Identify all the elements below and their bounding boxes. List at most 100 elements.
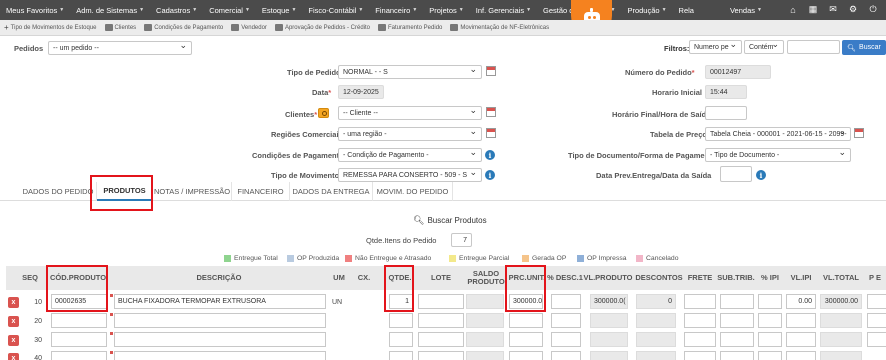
frete-input[interactable]: [684, 332, 716, 347]
filtro-campo-select[interactable]: Numero pe: [689, 40, 742, 54]
desc1-input[interactable]: [551, 294, 581, 309]
sub-trib-input[interactable]: [720, 332, 754, 347]
ipi-input[interactable]: [758, 351, 782, 360]
menu-cadastros[interactable]: Cadastros ▼: [150, 6, 203, 15]
desc1-input[interactable]: [551, 332, 581, 347]
descricao-input[interactable]: [114, 313, 326, 328]
vl-ipi-field[interactable]: [786, 332, 816, 347]
info-icon[interactable]: i: [485, 150, 495, 160]
menu-estoque[interactable]: Estoque ▼: [256, 6, 302, 15]
qtde-input[interactable]: [389, 313, 413, 328]
buscar-produtos-link[interactable]: 🔍︎ Buscar Produtos: [413, 215, 487, 226]
frete-input[interactable]: [684, 351, 716, 360]
tab-dados-entrega[interactable]: DADOS DA ENTREGA: [290, 182, 373, 201]
cod-produto-input[interactable]: 00002635: [51, 294, 107, 309]
logout-icon[interactable]: ⏻: [868, 4, 878, 15]
vl-ipi-field[interactable]: [786, 351, 816, 360]
legend-swatch: [636, 254, 643, 262]
shortcut-tipo-movimentos[interactable]: + Tipo de Movimentos de Estoque: [4, 23, 97, 32]
shortcut-aprovacao-pedidos[interactable]: Aprovação de Pedidos - Crédito: [274, 24, 370, 31]
tipo-movimento-select[interactable]: REMESSA PARA CONSERTO - 509 - S: [338, 168, 482, 182]
ipi-input[interactable]: [758, 332, 782, 347]
lote-input[interactable]: [418, 294, 464, 309]
ipi-input[interactable]: [758, 294, 782, 309]
tab-notas-impressao[interactable]: NOTAS / IMPRESSÃO: [153, 182, 232, 201]
chevron-down-icon: ▼: [139, 7, 145, 13]
descricao-input[interactable]: BUCHA FIXADORA TERMOPAR EXTRUSORA: [114, 294, 326, 309]
calendar-icon[interactable]: [486, 128, 496, 138]
buscar-button[interactable]: 🔍︎ Buscar: [842, 40, 886, 55]
tipo-pedido-select[interactable]: NORMAL - - S: [338, 65, 482, 79]
tab-movim-pedido[interactable]: MOVIM. DO PEDIDO: [373, 182, 453, 201]
menu-fisco-contabil[interactable]: Fisco-Contábil ▼: [302, 6, 369, 15]
menu-adm-sistemas[interactable]: Adm. de Sistemas ▼: [70, 6, 150, 15]
filtro-modo-select[interactable]: Contém: [744, 40, 784, 54]
calendar-icon[interactable]: [854, 128, 864, 138]
ipi-input[interactable]: [758, 313, 782, 328]
pe-field[interactable]: [867, 332, 886, 347]
shortcut-vendedor[interactable]: Vendedor: [231, 24, 267, 31]
menu-inf-gerenciais[interactable]: Inf. Gerenciais ▼: [470, 6, 537, 15]
pe-field[interactable]: [867, 294, 886, 309]
menu-comercial[interactable]: Comercial ▼: [203, 6, 256, 15]
desc1-input[interactable]: [551, 351, 581, 360]
sub-trib-input[interactable]: [720, 351, 754, 360]
tabela-preco-select[interactable]: Tabela Cheia - 000001 - 2021-06-15 - 209…: [705, 127, 851, 141]
lote-input[interactable]: [418, 351, 464, 360]
condicoes-select[interactable]: - Condição de Pagamento -: [338, 148, 482, 162]
prc-unit-input[interactable]: [509, 313, 543, 328]
qtde-input[interactable]: [389, 351, 413, 360]
qtde-input[interactable]: 1: [389, 294, 413, 309]
cod-produto-input[interactable]: [51, 332, 107, 347]
calendar-icon[interactable]: [486, 107, 496, 117]
saldo-field: [466, 313, 504, 328]
search-cliente-icon[interactable]: [318, 108, 329, 118]
clientes-select[interactable]: -- Cliente --: [338, 106, 482, 120]
lote-input[interactable]: [418, 332, 464, 347]
calendar-icon[interactable]: [486, 66, 496, 76]
shortcut-condicoes-pagamento[interactable]: Condições de Pagamento: [144, 24, 223, 31]
descricao-input[interactable]: [114, 351, 326, 360]
data-prev-input[interactable]: [720, 166, 752, 182]
filtro-busca-input[interactable]: [787, 40, 840, 54]
lote-input[interactable]: [418, 313, 464, 328]
prc-unit-input[interactable]: [509, 351, 543, 360]
cod-produto-input[interactable]: [51, 351, 107, 360]
calendar-icon[interactable]: ▦: [808, 4, 818, 15]
qtde-input[interactable]: [389, 332, 413, 347]
tabela-preco-label: Tabela de Preço: [650, 130, 707, 139]
menu-producao[interactable]: Produção ▼: [621, 6, 672, 15]
tab-dados-pedido[interactable]: DADOS DO PEDIDO: [20, 182, 97, 201]
shortcut-movimentacao-nfe[interactable]: Movimentação de NF-Eletrônicas: [450, 24, 549, 31]
menu-relatorios[interactable]: Rela: [673, 6, 700, 15]
shortcut-clientes[interactable]: Clientes: [104, 24, 136, 31]
sub-trib-input[interactable]: [720, 294, 754, 309]
menu-meus-favoritos[interactable]: Meus Favoritos ▼: [0, 6, 70, 15]
vl-ipi-field[interactable]: 0.00: [786, 294, 816, 309]
home-icon[interactable]: ⌂: [788, 4, 798, 15]
horario-final-input[interactable]: [705, 106, 747, 120]
tab-produtos[interactable]: PRODUTOS: [97, 182, 153, 201]
menu-projetos[interactable]: Projetos ▼: [423, 6, 469, 15]
settings-icon[interactable]: ⚙: [848, 4, 858, 15]
descricao-input[interactable]: [114, 332, 326, 347]
info-icon[interactable]: i: [485, 170, 495, 180]
regioes-select[interactable]: - uma região -: [338, 127, 482, 141]
mail-icon[interactable]: ✉: [828, 4, 838, 15]
frete-input[interactable]: [684, 313, 716, 328]
prc-unit-input[interactable]: 300000.0(: [509, 294, 543, 309]
shortcut-faturamento-pedido[interactable]: Faturamento Pedido: [378, 24, 442, 31]
menu-financeiro[interactable]: Financeiro ▼: [369, 6, 423, 15]
desc1-input[interactable]: [551, 313, 581, 328]
sub-trib-input[interactable]: [720, 313, 754, 328]
menu-vendas[interactable]: Vendas ▼: [724, 6, 768, 15]
prc-unit-input[interactable]: [509, 332, 543, 347]
tab-financeiro[interactable]: FINANCEIRO: [232, 182, 290, 201]
pedidos-select[interactable]: -- um pedido --: [48, 41, 192, 55]
info-icon[interactable]: i: [756, 170, 766, 180]
cod-produto-input[interactable]: [51, 313, 107, 328]
tipo-documento-select[interactable]: - Tipo de Documento -: [705, 148, 851, 162]
frete-input[interactable]: [684, 294, 716, 309]
vl-ipi-field[interactable]: [786, 313, 816, 328]
pe-field[interactable]: [867, 313, 886, 328]
